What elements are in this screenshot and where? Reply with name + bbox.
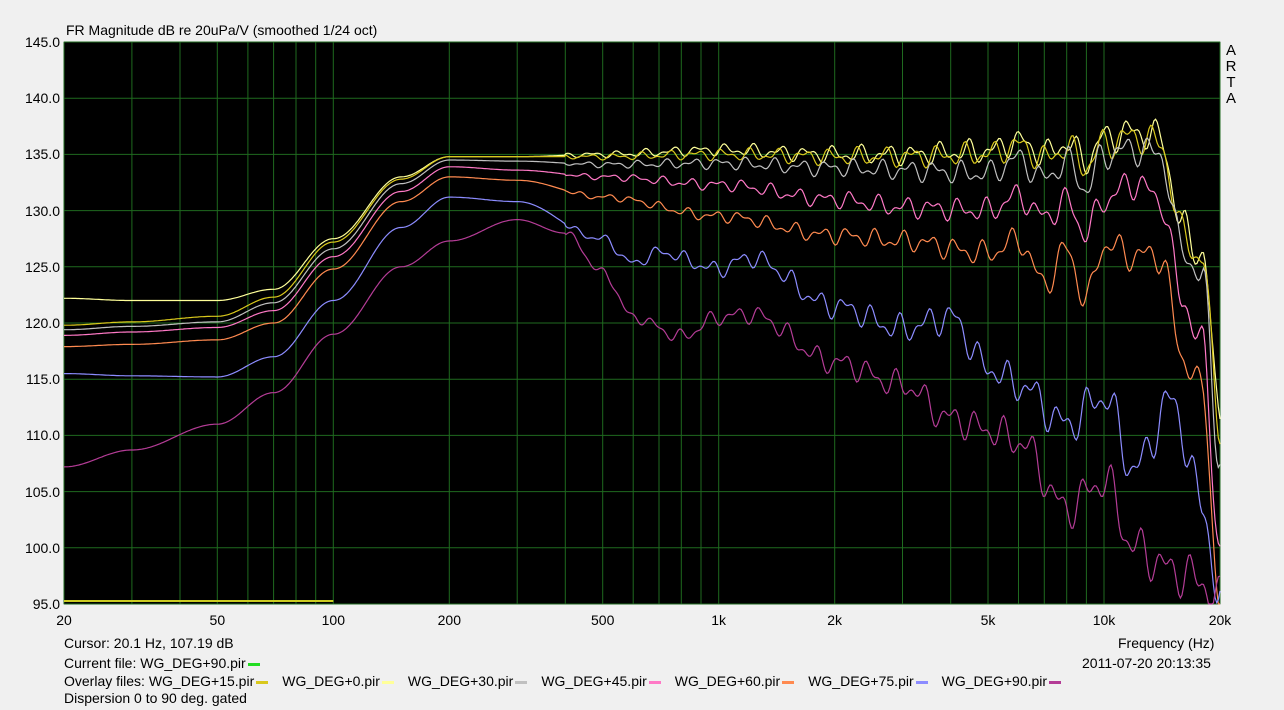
x-tick-label: 1k bbox=[711, 612, 727, 628]
overlay-file-label: WG_DEG+75.pir bbox=[808, 673, 914, 689]
y-tick-label: 95.0 bbox=[32, 596, 60, 612]
x-tick-label: 20 bbox=[56, 612, 72, 628]
arta-watermark: ARTA bbox=[1225, 43, 1237, 107]
overlay-file-swatch bbox=[1049, 680, 1062, 684]
y-tick-label: 130.0 bbox=[24, 202, 60, 219]
arta-letter: T bbox=[1226, 74, 1236, 91]
y-tick-label: 135.0 bbox=[24, 146, 60, 163]
arta-letter: R bbox=[1225, 58, 1237, 75]
current-file-swatch bbox=[247, 662, 260, 666]
overlay-files: Overlay files: WG_DEG+15.pir WG_DEG+0.pir… bbox=[64, 673, 1062, 689]
x-tick-label: 50 bbox=[209, 612, 226, 628]
x-tick-label: 200 bbox=[437, 612, 462, 628]
arta-letter: A bbox=[1225, 42, 1236, 59]
plot-area[interactable] bbox=[0, 0, 1284, 710]
x-tick-label: 20k bbox=[1208, 612, 1232, 628]
cursor-readout: Cursor: 20.1 Hz, 107.19 dB bbox=[64, 635, 234, 651]
y-tick-label: 145.0 bbox=[24, 34, 60, 50]
overlay-file-swatch bbox=[515, 680, 528, 684]
x-axis-label: Frequency (Hz) bbox=[1118, 635, 1215, 651]
y-tick-label: 140.0 bbox=[24, 90, 60, 107]
x-tick-label: 5k bbox=[980, 612, 996, 628]
overlay-label: Overlay files: bbox=[64, 673, 145, 689]
y-tick-label: 110.0 bbox=[26, 427, 60, 444]
y-tick-label: 100.0 bbox=[24, 539, 60, 556]
x-tick-label: 500 bbox=[590, 612, 615, 628]
y-tick-label: 115.0 bbox=[26, 371, 60, 388]
x-tick-label: 10k bbox=[1092, 612, 1116, 628]
x-tick-label: 2k bbox=[827, 612, 843, 628]
overlay-file-swatch bbox=[915, 680, 928, 684]
timestamp: 2011-07-20 20:13:35 bbox=[1082, 655, 1211, 671]
arta-letter: A bbox=[1225, 90, 1236, 107]
chart-title: FR Magnitude dB re 20uPa/V (smoothed 1/2… bbox=[66, 22, 378, 38]
overlay-file-label: WG_DEG+15.pir bbox=[148, 673, 255, 689]
overlay-file-label: WG_DEG+60.pir bbox=[674, 673, 781, 689]
overlay-file-label: WG_DEG+0.pir bbox=[282, 673, 380, 689]
overlay-file-swatch bbox=[256, 680, 269, 684]
overlay-file-swatch bbox=[648, 680, 661, 684]
current-file-label: Current file: WG_DEG+90.pir bbox=[64, 655, 246, 671]
x-tick-label: 100 bbox=[321, 612, 346, 628]
overlay-file-label: WG_DEG+45.pir bbox=[541, 673, 647, 689]
overlay-file-swatch bbox=[782, 680, 795, 684]
y-tick-label: 125.0 bbox=[24, 258, 60, 275]
dispersion-note: Dispersion 0 to 90 deg. gated bbox=[64, 690, 247, 706]
y-tick-label: 120.0 bbox=[24, 315, 60, 331]
current-file: Current file: WG_DEG+90.pir bbox=[64, 655, 260, 671]
overlay-file-swatch bbox=[381, 680, 394, 684]
y-tick-label: 105.0 bbox=[24, 483, 60, 500]
overlay-file-label: WG_DEG+90.pir bbox=[941, 673, 1048, 689]
overlay-file-label: WG_DEG+30.pir bbox=[407, 673, 514, 689]
